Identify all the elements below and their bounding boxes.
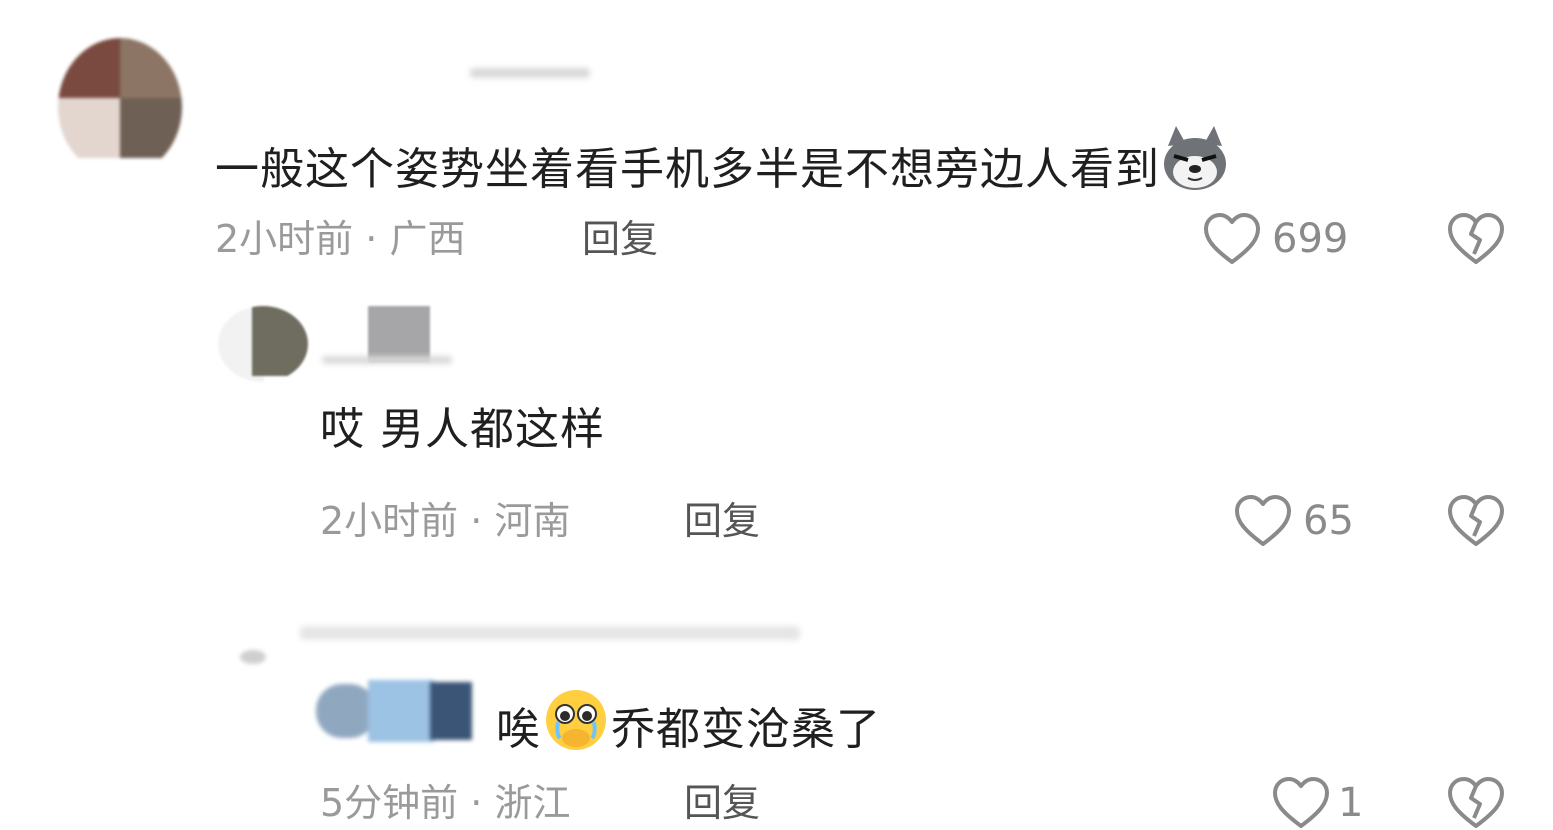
meta-separator: ·: [353, 217, 390, 261]
comment-location: 浙江: [494, 781, 571, 825]
comment-meta: 5分钟前 · 浙江: [320, 784, 570, 822]
like-count: 1: [1338, 780, 1364, 826]
avatar[interactable]: [58, 38, 182, 176]
comment-text-content: 一般这个姿势坐着看手机多半是不想旁边人看到: [215, 144, 1160, 195]
avatar[interactable]: [218, 306, 308, 382]
pleading-tears-emoji-icon: [541, 688, 611, 760]
comment-time: 2小时前: [215, 217, 354, 261]
comment-text-after: 乔都变沧桑了: [611, 704, 881, 755]
reply-button[interactable]: 回复: [684, 502, 760, 540]
dislike-button[interactable]: [1447, 776, 1505, 830]
reply-button[interactable]: 回复: [582, 220, 658, 258]
comment-text: 唉 乔都变沧桑了: [496, 688, 881, 760]
comment-time: 2小时前: [320, 499, 459, 543]
comment-time: 5分钟前: [320, 781, 459, 825]
meta-separator: ·: [458, 781, 495, 825]
like-button[interactable]: [1234, 494, 1292, 548]
broken-heart-icon: [1448, 777, 1504, 828]
reply-button[interactable]: 回复: [684, 784, 760, 822]
like-button[interactable]: [1272, 776, 1330, 830]
comment-text-before: 唉: [496, 704, 541, 755]
mention-blurred[interactable]: [316, 680, 476, 742]
comment-text: 哎 男人都这样: [320, 404, 605, 455]
meta-separator: ·: [458, 499, 495, 543]
dislike-button[interactable]: [1447, 212, 1505, 266]
broken-heart-icon: [1448, 213, 1504, 264]
username-blurred-tail: [322, 356, 452, 364]
comment-location: 河南: [494, 499, 571, 543]
like-count: 699: [1272, 216, 1349, 262]
husky-dog-emoji-icon: [1160, 126, 1230, 200]
dislike-button[interactable]: [1447, 494, 1505, 548]
broken-heart-icon: [1448, 495, 1504, 546]
comment-meta: 2小时前 · 广西: [215, 220, 465, 258]
like-button[interactable]: [1203, 212, 1261, 266]
comment-text: 一般这个姿势坐着看手机多半是不想旁边人看到: [215, 126, 1230, 200]
heart-outline-icon: [1235, 495, 1291, 546]
comment-location: 广西: [389, 217, 466, 261]
username-blurred[interactable]: [368, 306, 430, 362]
heart-outline-icon: [1204, 213, 1260, 264]
comment-meta: 2小时前 · 河南: [320, 502, 570, 540]
avatar-blurred[interactable]: [240, 650, 266, 664]
like-count: 65: [1303, 498, 1354, 544]
username-blurred[interactable]: [470, 68, 590, 78]
username-blurred[interactable]: [300, 626, 800, 640]
heart-outline-icon: [1273, 777, 1329, 828]
